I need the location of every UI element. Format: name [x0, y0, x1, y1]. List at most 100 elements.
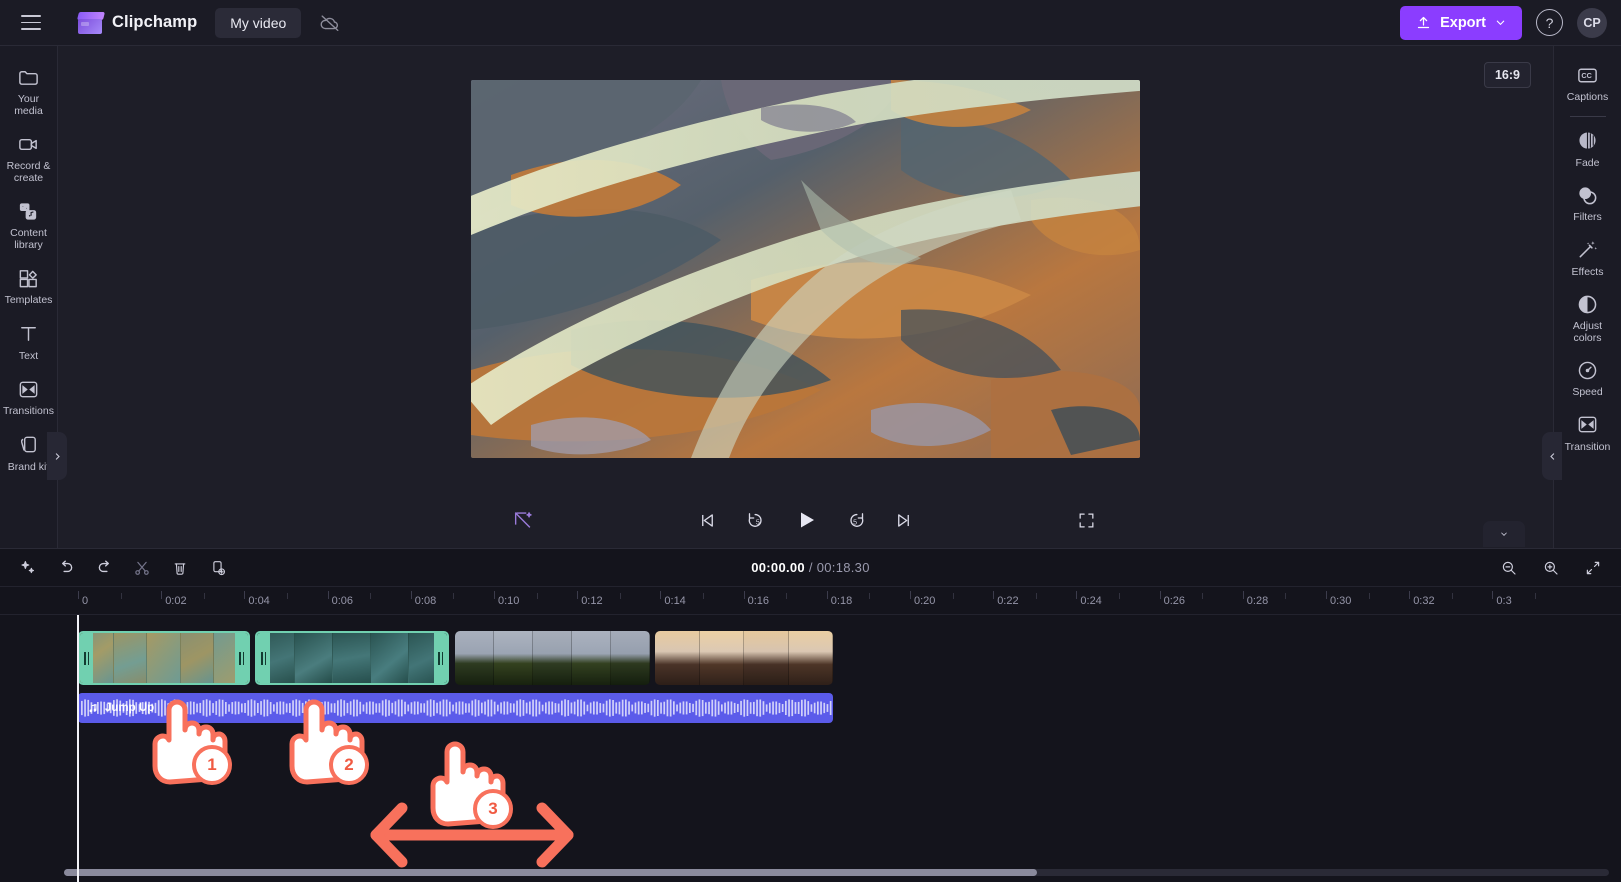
adjust-colors-icon	[1576, 292, 1600, 316]
export-label: Export	[1440, 14, 1486, 31]
chevron-left-icon	[1549, 452, 1554, 460]
ruler-tick	[494, 591, 495, 599]
auto-fix-disabled-icon[interactable]	[510, 507, 536, 533]
ruler-minor-tick	[536, 593, 538, 599]
sidebar-item-label: Transition	[1564, 440, 1611, 453]
upload-icon	[1417, 16, 1430, 29]
sidebar-item-text[interactable]: Text	[1, 313, 57, 369]
video-preview[interactable]	[471, 80, 1140, 458]
editor-center: 16:9 5 5	[58, 46, 1553, 548]
video-track	[0, 631, 1621, 685]
sidebar-item-filters[interactable]: Filters	[1555, 174, 1621, 229]
svg-text:5: 5	[853, 520, 857, 527]
audio-clip[interactable]: Jump Up	[78, 693, 833, 723]
sidebar-item-record-create[interactable]: Record & create	[1, 123, 57, 190]
sidebar-item-fade[interactable]: Fade	[1555, 120, 1621, 175]
timeline-horizontal-scrollbar[interactable]	[64, 869, 1609, 876]
ruler-minor-tick	[1285, 593, 1287, 599]
fit-to-timeline-button[interactable]	[1579, 554, 1607, 582]
sidebar-item-label: Content library	[10, 227, 47, 251]
clipchamp-app: Clipchamp My video Export ? CP Your medi…	[0, 0, 1621, 882]
ruler-tick-label: 0:14	[664, 595, 686, 607]
delete-button[interactable]	[166, 554, 194, 582]
skip-to-end-button[interactable]	[891, 507, 917, 533]
sidebar-item-label: Templates	[4, 294, 53, 306]
duplicate-button[interactable]	[204, 554, 232, 582]
ruler-minor-tick	[1451, 593, 1453, 599]
ruler-minor-tick	[786, 593, 788, 599]
split-button[interactable]	[128, 554, 156, 582]
brand-kit-icon	[17, 433, 41, 457]
ruler-tick	[1409, 591, 1411, 599]
ruler-minor-tick	[203, 593, 205, 599]
avatar[interactable]: CP	[1577, 7, 1607, 38]
sidebar-item-label: Filters	[1573, 211, 1602, 223]
sidebar-item-label: Adjust colors	[1572, 320, 1603, 344]
ruler-tick-label: 0:10	[498, 595, 520, 607]
zoom-in-button[interactable]	[1537, 554, 1565, 582]
templates-icon	[17, 266, 41, 290]
clip-2-right-trim-handle[interactable]	[434, 633, 447, 683]
ruler-tick	[743, 591, 745, 599]
sidebar-item-label: Your media	[14, 93, 43, 117]
sidebar-item-label: Speed	[1572, 386, 1603, 398]
content-library-icon	[17, 199, 41, 223]
project-name-chip[interactable]: My video	[215, 7, 302, 38]
left-sidebar-collapse-button[interactable]	[47, 432, 67, 480]
total-time: 00:18.30	[816, 560, 870, 575]
ruler-tick-label: 0:32	[1413, 595, 1435, 607]
scrollbar-thumb[interactable]	[64, 869, 1038, 876]
skip-to-start-button[interactable]	[695, 507, 721, 533]
sidebar-item-captions[interactable]: CC Captions	[1555, 54, 1621, 109]
timeline-clip-2[interactable]	[255, 631, 449, 685]
sidebar-item-speed[interactable]: Speed	[1555, 349, 1621, 404]
clip-selection-tint	[80, 633, 248, 683]
clip-2-left-trim-handle[interactable]	[257, 633, 270, 683]
sidebar-item-templates[interactable]: Templates	[1, 257, 57, 313]
sidebar-item-your-media[interactable]: Your media	[1, 56, 57, 123]
timeline-clip-3[interactable]	[455, 631, 650, 685]
sidebar-item-transition[interactable]: Transition	[1555, 404, 1621, 459]
ruler-tick	[1326, 591, 1327, 599]
export-button[interactable]: Export	[1400, 5, 1522, 40]
zoom-out-button[interactable]	[1495, 554, 1523, 582]
sidebar-item-effects[interactable]: Effects	[1555, 229, 1621, 284]
clip-1-right-trim-handle[interactable]	[235, 633, 248, 683]
sidebar-item-transitions[interactable]: Transitions	[1, 368, 57, 424]
help-button[interactable]: ?	[1536, 9, 1563, 36]
chevron-right-icon	[55, 452, 60, 460]
clip-1-left-trim-handle[interactable]	[80, 633, 93, 683]
timeline-panel: 00:00.00 / 00:18.30 0 0:02 0:04 0:06 0:08 0:1…	[0, 521, 1621, 882]
ruler-minor-tick	[1535, 593, 1536, 599]
forward-5-seconds-button[interactable]: 5	[843, 507, 869, 533]
timecode-display: 00:00.00 / 00:18.30	[751, 560, 870, 575]
undo-button[interactable]	[52, 554, 80, 582]
playhead[interactable]	[77, 615, 79, 882]
transport-controls: 5 5	[695, 505, 917, 535]
magic-suggestion-button[interactable]	[14, 554, 42, 582]
video-camera-icon	[17, 132, 41, 156]
timeline-clip-1[interactable]	[78, 631, 250, 685]
timeline-collapse-button[interactable]	[1483, 521, 1525, 547]
rewind-5-seconds-button[interactable]: 5	[743, 507, 769, 533]
timeline-ruler[interactable]: 0 0:02 0:04 0:06 0:08 0:10 0:12 0:14 0:16 0:18 0:2…	[0, 587, 1621, 615]
svg-text:CC: CC	[1581, 71, 1592, 80]
aspect-ratio-badge[interactable]: 16:9	[1483, 62, 1531, 88]
audio-clip-label: Jump Up	[78, 702, 154, 714]
ruler-minor-tick	[619, 593, 621, 599]
time-separator: /	[808, 560, 813, 575]
redo-button[interactable]	[90, 554, 118, 582]
sidebar-item-content-library[interactable]: Content library	[1, 190, 57, 257]
hamburger-menu-icon[interactable]	[14, 6, 48, 40]
current-time: 00:00.00	[751, 560, 805, 575]
cloud-off-icon[interactable]	[317, 10, 343, 36]
right-sidebar-collapse-button[interactable]	[1542, 432, 1562, 480]
audio-waveform	[81, 699, 832, 717]
ruler-minor-tick	[1202, 593, 1204, 599]
video-preview-frame	[471, 80, 1140, 458]
play-button[interactable]	[791, 505, 821, 535]
fullscreen-button[interactable]	[1073, 507, 1099, 533]
timeline-clip-4[interactable]	[655, 631, 833, 685]
sidebar-item-label: Effects	[1571, 265, 1604, 278]
sidebar-item-adjust-colors[interactable]: Adjust colors	[1555, 283, 1621, 349]
